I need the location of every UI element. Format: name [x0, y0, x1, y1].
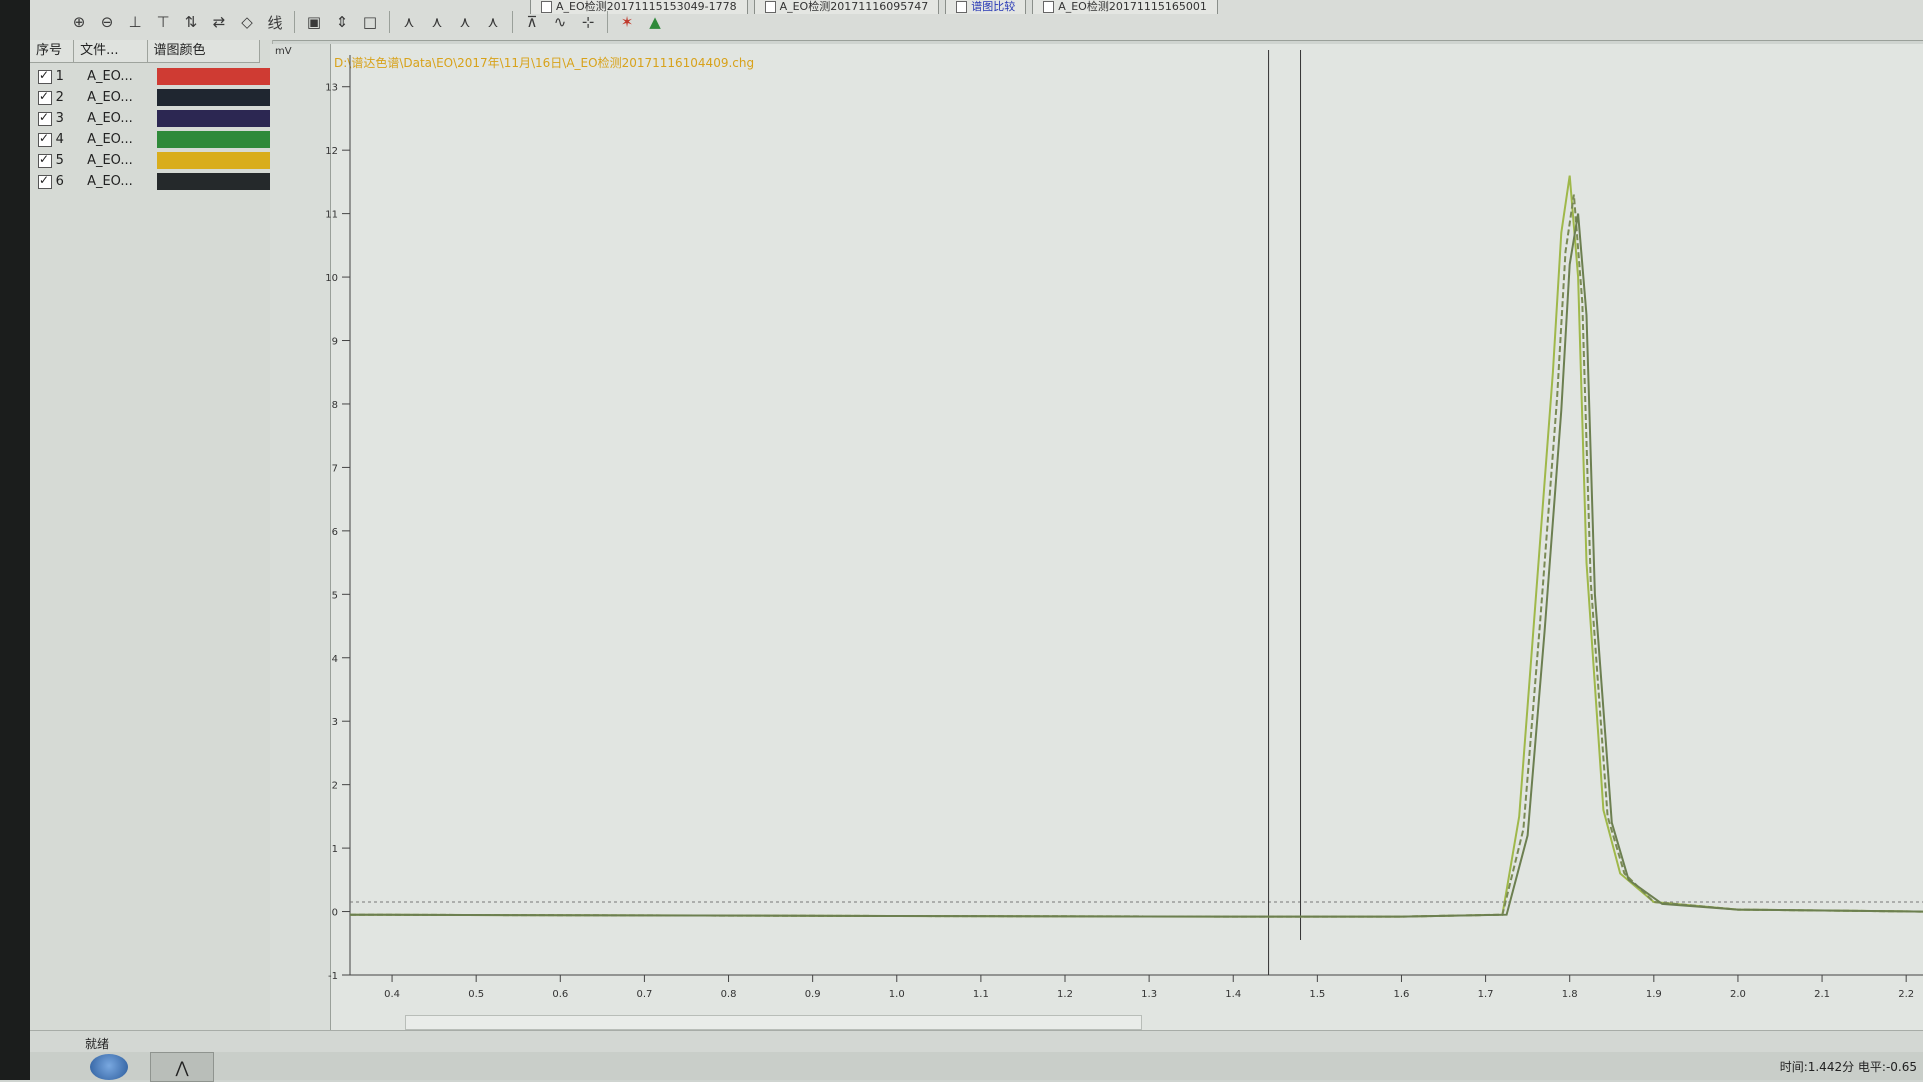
- chromatogram-series-1: [349, 175, 1923, 918]
- y-tick-label: 1: [332, 844, 338, 855]
- y-tick-label: 6: [332, 527, 338, 538]
- x-tick-label: 0.4: [384, 989, 400, 1000]
- cursor-readout: 时间:1.442分 电平:-0.65: [1779, 1060, 1917, 1074]
- y-tick-label: 0: [332, 908, 338, 919]
- chromatography-app-icon[interactable]: ⋀: [150, 1052, 214, 1082]
- x-tick-label: 0.9: [805, 989, 821, 1000]
- y-tick-label: 12: [325, 146, 338, 157]
- taskbar: ⋀ 时间:1.442分 电平:-0.65: [30, 1052, 1923, 1082]
- x-tick-label: 2.1: [1814, 989, 1830, 1000]
- x-tick-label: 2.2: [1898, 989, 1914, 1000]
- chromatogram-series-3: [349, 213, 1923, 918]
- x-tick-label: 1.9: [1646, 989, 1662, 1000]
- x-tick-label: 0.5: [468, 989, 484, 1000]
- y-tick-label: 9: [332, 337, 338, 348]
- start-button-icon[interactable]: [90, 1054, 128, 1080]
- x-tick-label: 1.0: [889, 989, 905, 1000]
- y-tick-label: 3: [332, 717, 338, 728]
- y-tick-label: 11: [325, 210, 338, 221]
- chromatogram-series-2: [349, 194, 1923, 918]
- y-tick-label: 13: [325, 83, 338, 94]
- x-tick-label: 0.7: [636, 989, 652, 1000]
- x-tick-label: 1.5: [1309, 989, 1325, 1000]
- x-tick-label: 1.1: [973, 989, 989, 1000]
- y-tick-label: 10: [325, 273, 338, 284]
- x-tick-label: 2.0: [1730, 989, 1746, 1000]
- x-tick-label: 0.6: [552, 989, 568, 1000]
- y-tick-label: 4: [332, 654, 338, 665]
- x-tick-label: 1.3: [1141, 989, 1157, 1000]
- x-tick-label: 1.6: [1394, 989, 1410, 1000]
- y-tick-label: 5: [332, 590, 338, 601]
- y-tick-label: 2: [332, 781, 338, 792]
- x-tick-label: 1.8: [1562, 989, 1578, 1000]
- horizontal-scrollbar[interactable]: [405, 1015, 1142, 1030]
- y-tick-label: 7: [332, 463, 338, 474]
- status-text: 就绪: [85, 1037, 110, 1051]
- y-tick-label: 8: [332, 400, 338, 411]
- x-tick-label: 1.7: [1478, 989, 1494, 1000]
- status-bar: 就绪: [30, 1030, 1923, 1053]
- x-tick-label: 1.4: [1225, 989, 1241, 1000]
- x-tick-label: 0.8: [721, 989, 737, 1000]
- chromatogram-chart[interactable]: -10123456789101112130.4 0.5 0.6 0.7 0.8 0.9 1.…: [0, 0, 1923, 1080]
- y-tick-label: -1: [328, 971, 338, 982]
- x-tick-label: 1.2: [1057, 989, 1073, 1000]
